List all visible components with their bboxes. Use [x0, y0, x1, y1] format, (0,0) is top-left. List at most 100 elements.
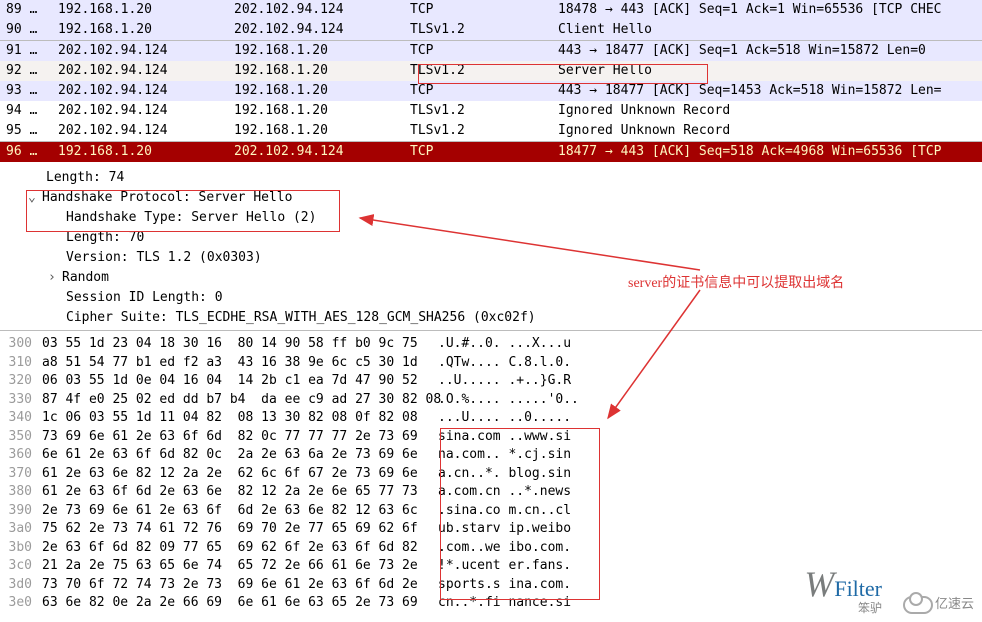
packet-cell-info: Ignored Unknown Record — [552, 101, 982, 121]
packet-cell-src: 192.168.1.20 — [52, 0, 228, 20]
chevron-down-icon[interactable]: ⌄ — [28, 188, 42, 208]
packet-cell-dst: 192.168.1.20 — [228, 41, 404, 62]
hex-offset: 390 — [0, 502, 42, 521]
annotation-text: server的证书信息中可以提取出域名 — [628, 272, 844, 292]
hex-row[interactable]: 30003 55 1d 23 04 18 30 16 80 14 90 58 f… — [0, 335, 982, 354]
packet-cell-src: 202.102.94.124 — [52, 101, 228, 121]
packet-cell-no: 93 … — [0, 81, 52, 101]
hex-bytes: 03 55 1d 23 04 18 30 16 80 14 90 58 ff b… — [42, 335, 438, 354]
hex-ascii: a.cn..*. blog.sin — [438, 465, 571, 484]
hex-bytes: 75 62 2e 73 74 61 72 76 69 70 2e 77 65 6… — [42, 520, 438, 539]
packet-cell-prot: TCP — [404, 81, 552, 101]
detail-length-inner: Length: 70 — [0, 228, 982, 248]
chevron-right-icon[interactable]: › — [48, 268, 62, 288]
packet-cell-prot: TLSv1.2 — [404, 61, 552, 81]
hex-offset: 320 — [0, 372, 42, 391]
hex-ascii: ..U..... .+..}G.R — [438, 372, 571, 391]
packet-cell-no: 91 … — [0, 41, 52, 62]
packet-cell-src: 202.102.94.124 — [52, 61, 228, 81]
hex-offset: 3e0 — [0, 594, 42, 613]
hex-row[interactable]: 32006 03 55 1d 0e 04 16 04 14 2b c1 ea 7… — [0, 372, 982, 391]
packet-cell-src: 202.102.94.124 — [52, 121, 228, 142]
hex-row[interactable]: 3a075 62 2e 73 74 61 72 76 69 70 2e 77 6… — [0, 520, 982, 539]
hex-offset: 3b0 — [0, 539, 42, 558]
hex-bytes: 2e 73 69 6e 61 2e 63 6f 6d 2e 63 6e 82 1… — [42, 502, 438, 521]
hex-bytes: 2e 63 6f 6d 82 09 77 65 69 62 6f 2e 63 6… — [42, 539, 438, 558]
detail-handshake-protocol[interactable]: ⌄Handshake Protocol: Server Hello — [0, 188, 982, 208]
hex-row[interactable]: 3b02e 63 6f 6d 82 09 77 65 69 62 6f 2e 6… — [0, 539, 982, 558]
packet-cell-no: 95 … — [0, 121, 52, 142]
packet-cell-prot: TLSv1.2 — [404, 101, 552, 121]
cloud-icon — [903, 596, 933, 614]
packet-row[interactable]: 89 …192.168.1.20202.102.94.124TCP18478 →… — [0, 0, 982, 20]
packet-row[interactable]: 90 …192.168.1.20202.102.94.124TLSv1.2Cli… — [0, 20, 982, 41]
packet-cell-dst: 202.102.94.124 — [228, 0, 404, 20]
packet-cell-info: Ignored Unknown Record — [552, 121, 982, 142]
packet-cell-no: 92 … — [0, 61, 52, 81]
hex-ascii: sports.s ina.com. — [438, 576, 571, 595]
detail-handshake-type: Handshake Type: Server Hello (2) — [0, 208, 982, 228]
packet-cell-dst: 192.168.1.20 — [228, 81, 404, 101]
hex-row[interactable]: 310a8 51 54 77 b1 ed f2 a3 43 16 38 9e 6… — [0, 354, 982, 373]
packet-cell-src: 192.168.1.20 — [52, 142, 228, 163]
hex-bytes: 21 2a 2e 75 63 65 6e 74 65 72 2e 66 61 6… — [42, 557, 438, 576]
hex-offset: 3d0 — [0, 576, 42, 595]
packet-cell-dst: 202.102.94.124 — [228, 142, 404, 163]
packet-row[interactable]: 95 …202.102.94.124192.168.1.20TLSv1.2Ign… — [0, 121, 982, 142]
hex-offset: 330 — [0, 391, 42, 410]
packet-cell-no: 94 … — [0, 101, 52, 121]
packet-list[interactable]: 89 …192.168.1.20202.102.94.124TCP18478 →… — [0, 0, 982, 162]
packet-cell-src: 202.102.94.124 — [52, 81, 228, 101]
hex-ascii: na.com.. *.cj.sin — [438, 446, 571, 465]
packet-cell-dst: 192.168.1.20 — [228, 61, 404, 81]
hex-row[interactable]: 3606e 61 2e 63 6f 6d 82 0c 2a 2e 63 6a 2… — [0, 446, 982, 465]
hex-offset: 3a0 — [0, 520, 42, 539]
hex-row[interactable]: 33087 4f e0 25 02 ed dd b7 b4 da ee c9 a… — [0, 391, 982, 410]
packet-cell-prot: TLSv1.2 — [404, 20, 552, 41]
packet-cell-dst: 192.168.1.20 — [228, 101, 404, 121]
hex-ascii: a.com.cn ..*.news — [438, 483, 571, 502]
hex-row[interactable]: 38061 2e 63 6f 6d 2e 63 6e 82 12 2a 2e 6… — [0, 483, 982, 502]
wfilter-logo: WFilter 笨驴 — [804, 563, 882, 616]
packet-cell-no: 96 … — [0, 142, 52, 163]
hex-bytes: 1c 06 03 55 1d 11 04 82 08 13 30 82 08 0… — [42, 409, 438, 428]
packet-row[interactable]: 96 …192.168.1.20202.102.94.124TCP18477 →… — [0, 142, 982, 163]
hex-ascii: .QTw.... C.8.l.0. — [438, 354, 571, 373]
hex-row[interactable]: 35073 69 6e 61 2e 63 6f 6d 82 0c 77 77 7… — [0, 428, 982, 447]
hex-ascii: .U.#..0. ...X...u — [438, 335, 571, 354]
packet-row[interactable]: 94 …202.102.94.124192.168.1.20TLSv1.2Ign… — [0, 101, 982, 121]
hex-offset: 310 — [0, 354, 42, 373]
packet-row[interactable]: 93 …202.102.94.124192.168.1.20TCP443 → 1… — [0, 81, 982, 101]
packet-details-pane[interactable]: Length: 74 ⌄Handshake Protocol: Server H… — [0, 162, 982, 330]
hex-row[interactable]: 3401c 06 03 55 1d 11 04 82 08 13 30 82 0… — [0, 409, 982, 428]
packet-cell-info: 443 → 18477 [ACK] Seq=1 Ack=518 Win=1587… — [552, 41, 982, 62]
packet-cell-prot: TCP — [404, 142, 552, 163]
packet-cell-prot: TLSv1.2 — [404, 121, 552, 142]
hex-offset: 3c0 — [0, 557, 42, 576]
hex-offset: 350 — [0, 428, 42, 447]
hex-ascii: .sina.co m.cn..cl — [438, 502, 571, 521]
hex-row[interactable]: 3902e 73 69 6e 61 2e 63 6f 6d 2e 63 6e 8… — [0, 502, 982, 521]
packet-cell-prot: TCP — [404, 0, 552, 20]
packet-cell-no: 90 … — [0, 20, 52, 41]
hex-bytes: 63 6e 82 0e 2a 2e 66 69 6e 61 6e 63 65 2… — [42, 594, 438, 613]
packet-row[interactable]: 91 …202.102.94.124192.168.1.20TCP443 → 1… — [0, 41, 982, 62]
packet-cell-prot: TCP — [404, 41, 552, 62]
hex-offset: 370 — [0, 465, 42, 484]
packet-cell-info: Server Hello — [552, 61, 982, 81]
packet-cell-info: Client Hello — [552, 20, 982, 41]
detail-cipher-suite: Cipher Suite: TLS_ECDHE_RSA_WITH_AES_128… — [0, 308, 982, 328]
hex-ascii: .com..we ibo.com. — [438, 539, 571, 558]
packet-cell-info: 18477 → 443 [ACK] Seq=518 Ack=4968 Win=6… — [552, 142, 982, 163]
yisu-logo: 亿速云 — [903, 593, 974, 614]
detail-version: Version: TLS 1.2 (0x0303) — [0, 248, 982, 268]
hex-bytes: 73 69 6e 61 2e 63 6f 6d 82 0c 77 77 77 2… — [42, 428, 438, 447]
hex-ascii: sina.com ..www.si — [438, 428, 571, 447]
hex-offset: 380 — [0, 483, 42, 502]
packet-row[interactable]: 92 …202.102.94.124192.168.1.20TLSv1.2Ser… — [0, 61, 982, 81]
hex-offset: 300 — [0, 335, 42, 354]
hex-bytes: a8 51 54 77 b1 ed f2 a3 43 16 38 9e 6c c… — [42, 354, 438, 373]
hex-row[interactable]: 37061 2e 63 6e 82 12 2a 2e 62 6c 6f 67 2… — [0, 465, 982, 484]
hex-ascii: .O.%.... .....'0.. — [438, 391, 579, 410]
packet-cell-no: 89 … — [0, 0, 52, 20]
